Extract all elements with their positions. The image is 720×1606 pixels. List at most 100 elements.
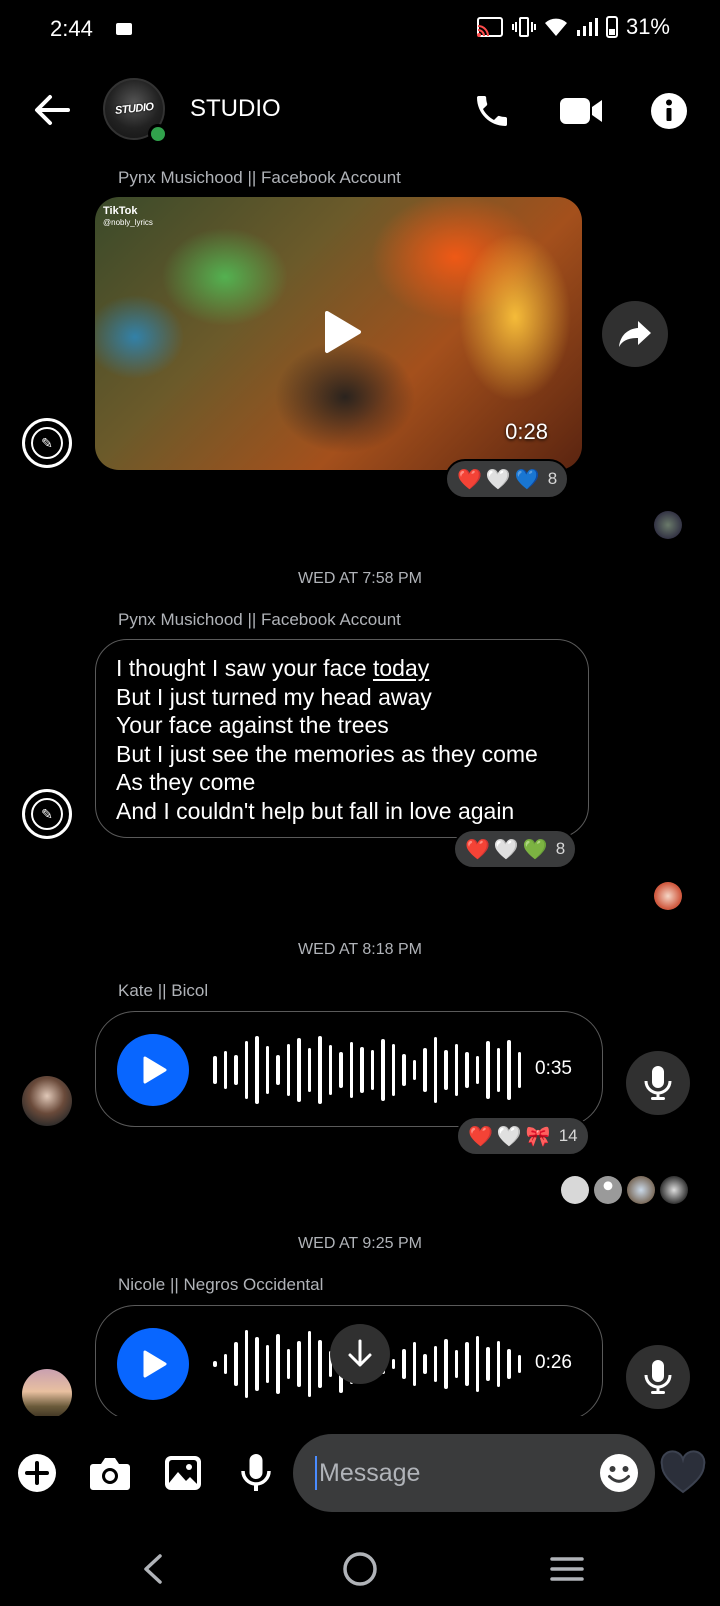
message-line: As they come [116, 769, 256, 796]
back-button[interactable] [30, 88, 74, 132]
seen-by-avatar [660, 1176, 688, 1204]
status-time: 2:44 [50, 16, 93, 41]
video-call-button[interactable] [558, 88, 604, 134]
reaction-emoji: 🎀 [525, 1125, 551, 1148]
timestamp: WED AT 8:18 PM [298, 941, 422, 958]
tiktok-watermark: TikTok @nobly_lyrics [103, 205, 153, 229]
sender-avatar-logo: ✎ [31, 798, 63, 830]
message-reactions[interactable]: ❤️ 🤍 💚 8 [453, 829, 578, 869]
sender-name: Pynx Musichood || Facebook Account [118, 610, 401, 629]
message-input[interactable] [315, 1456, 585, 1490]
scroll-to-bottom-button[interactable] [330, 1324, 390, 1384]
audio-duration: 0:35 [535, 1058, 572, 1079]
camera-button[interactable] [85, 1448, 135, 1498]
vibrate-icon [511, 17, 536, 37]
image-icon [165, 1456, 201, 1490]
video-camera-icon [560, 98, 602, 124]
video-message[interactable]: TikTok @nobly_lyrics 0:28 [95, 197, 582, 470]
reaction-emoji: 💙 [514, 468, 540, 491]
timestamp: WED AT 7:58 PM [298, 570, 422, 587]
chevron-left-icon [144, 1554, 162, 1584]
audio-duration: 0:26 [535, 1352, 572, 1373]
reaction-emoji: ❤️ [457, 468, 482, 491]
audio-waveform[interactable] [213, 1036, 521, 1104]
play-button[interactable] [117, 1034, 189, 1106]
arrow-left-icon [35, 95, 70, 125]
reaction-emoji: 🤍 [493, 838, 519, 861]
sender-avatar[interactable]: ✎ [22, 789, 72, 839]
heart-icon[interactable] [660, 1450, 706, 1496]
signal-icon [576, 18, 598, 36]
sender-avatar[interactable] [22, 1369, 72, 1416]
arrow-down-icon [348, 1339, 372, 1367]
play-icon [143, 1350, 167, 1378]
battery-level: 31% [625, 14, 670, 39]
emoji-icon[interactable] [599, 1453, 639, 1493]
voice-message-button[interactable] [231, 1448, 281, 1498]
sender-name: Pynx Musichood || Facebook Account [118, 168, 401, 187]
seen-by-avatar [654, 511, 682, 539]
menu-icon [550, 1557, 584, 1581]
reaction-emoji: 🤍 [485, 468, 511, 491]
camera-icon [90, 1458, 130, 1490]
audio-call-button[interactable] [469, 88, 515, 134]
voice-message[interactable]: 0:35 [95, 1011, 603, 1127]
reaction-emoji: 💚 [522, 838, 548, 861]
battery-icon [605, 16, 618, 38]
message-line: Your face against the trees [116, 712, 389, 739]
home-circle-icon [343, 1552, 377, 1586]
reaction-emoji: ❤️ [468, 1125, 493, 1148]
nav-recents-button[interactable] [543, 1545, 591, 1593]
seen-by-avatar [561, 1176, 589, 1204]
microphone-icon [644, 1360, 672, 1394]
sender-name: Kate || Bicol [118, 981, 209, 1000]
tiktok-handle: @nobly_lyrics [103, 218, 153, 227]
voice-reply-button[interactable] [626, 1051, 690, 1115]
plus-icon [18, 1454, 56, 1492]
seen-by-avatar [594, 1176, 622, 1204]
sender-avatar-logo: ✎ [31, 427, 63, 459]
timestamp: WED AT 9:25 PM [298, 1235, 422, 1252]
reaction-emoji: ❤️ [465, 838, 490, 861]
status-icons: 31% [476, 14, 670, 40]
info-icon [651, 93, 687, 129]
nav-back-button[interactable] [128, 1545, 176, 1593]
video-duration: 0:28 [505, 419, 548, 444]
reaction-emoji: 🤍 [496, 1125, 522, 1148]
screen-record-icon [116, 23, 132, 35]
sender-avatar[interactable] [22, 1076, 72, 1126]
add-button[interactable] [12, 1448, 62, 1498]
message-composer[interactable] [293, 1434, 655, 1512]
chat-title[interactable]: STUDIO [190, 95, 281, 123]
tiktok-logo: TikTok [103, 205, 138, 217]
chat-info-button[interactable] [646, 88, 692, 134]
seen-by-avatar [627, 1176, 655, 1204]
share-icon [619, 321, 651, 347]
message-line: But I just turned my head away [116, 683, 432, 710]
reaction-count: 8 [555, 839, 566, 858]
microphone-icon [241, 1454, 271, 1491]
play-button[interactable] [117, 1328, 189, 1400]
play-icon[interactable] [315, 307, 365, 357]
sender-avatar[interactable]: ✎ [22, 418, 72, 468]
nav-home-button[interactable] [336, 1545, 384, 1593]
message-line: And I couldn't help but fall in love aga… [116, 797, 515, 824]
sender-name: Nicole || Negros Occidental [118, 1275, 324, 1294]
voice-reply-button[interactable] [626, 1345, 690, 1409]
cast-icon [476, 17, 503, 37]
reaction-count: 14 [558, 1126, 578, 1145]
microphone-icon [644, 1066, 672, 1100]
phone-icon [477, 96, 507, 126]
reaction-count: 8 [547, 469, 558, 488]
message-line: But I just see the memories as they come [116, 740, 538, 767]
group-avatar-logo: STUDIO [114, 101, 154, 117]
message-reactions[interactable]: ❤️ 🤍 💙 8 [445, 459, 570, 499]
message-line: I thought I saw your face today [116, 655, 430, 681]
message-reactions[interactable]: ❤️ 🤍 🎀 14 [456, 1116, 590, 1156]
play-icon [143, 1056, 167, 1084]
online-status-dot [148, 124, 168, 144]
gallery-button[interactable] [158, 1448, 208, 1498]
text-message[interactable]: I thought I saw your face today But I ju… [95, 639, 589, 838]
share-button[interactable] [602, 301, 668, 367]
message-link[interactable]: today [373, 655, 429, 681]
